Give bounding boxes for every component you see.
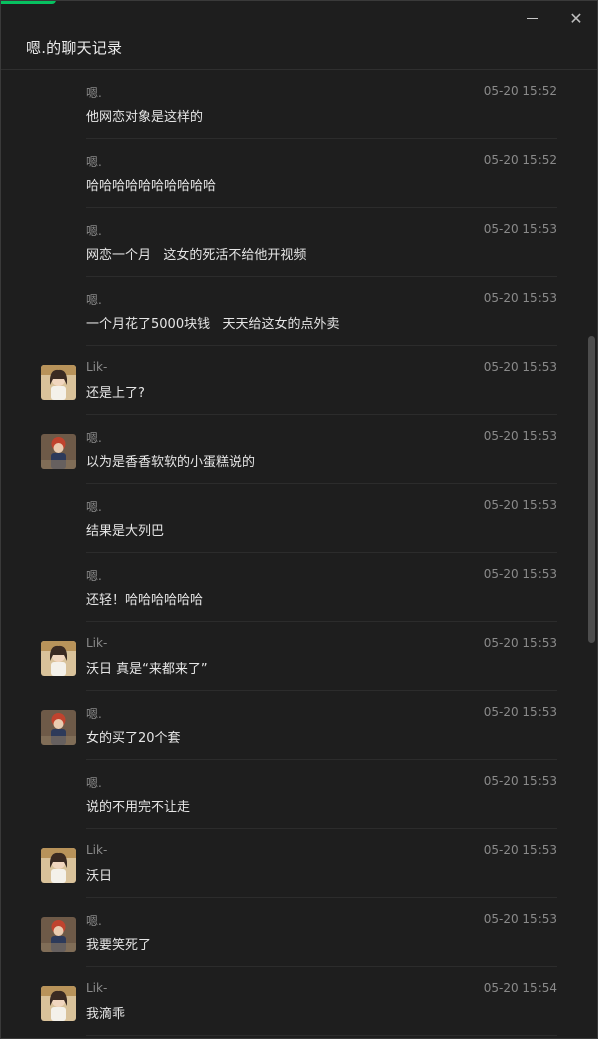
message-item[interactable]: 嗯. 05-20 15:53 我要笑死了 (1, 898, 597, 967)
message-timestamp: 05-20 15:53 (483, 705, 557, 719)
message-sender: 嗯. (86, 707, 102, 721)
message-text: 女的买了20个套 (86, 731, 181, 746)
message-item[interactable]: Lik- 05-20 15:53 沃日 (1, 829, 597, 898)
message-sender: 嗯. (86, 569, 102, 583)
message-text: 哈哈哈哈哈哈哈哈哈哈 (86, 179, 217, 194)
message-text: 还是上了? (86, 386, 145, 401)
message-timestamp: 05-20 15:53 (483, 360, 557, 374)
message-timestamp: 05-20 15:53 (483, 843, 557, 857)
message-item[interactable]: 嗯. 05-20 15:53 网恋一个月 这女的死活不给他开视频 (1, 208, 597, 277)
message-timestamp: 05-20 15:53 (483, 498, 557, 512)
message-sender: 嗯. (86, 776, 102, 790)
title-bar[interactable]: 嗯.的聊天记录 ✕ (1, 1, 597, 70)
message-sender: Lik- (86, 360, 108, 374)
message-sender: 嗯. (86, 500, 102, 514)
avatar-en[interactable] (41, 917, 76, 952)
message-list[interactable]: 嗯. 05-20 15:52 他网恋对象是这样的 嗯. 05-20 15:52 哈哈哈哈哈… (1, 70, 597, 1038)
message-timestamp: 05-20 15:53 (483, 291, 557, 305)
avatar-lik[interactable] (41, 848, 76, 883)
message-text: 我要笑死了 (86, 938, 152, 953)
minimize-button[interactable] (518, 7, 546, 29)
message-timestamp: 05-20 15:52 (483, 153, 557, 167)
message-text: 网恋一个月 这女的死活不给他开视频 (86, 248, 307, 263)
message-text: 以为是香香软软的小蛋糕说的 (86, 455, 256, 470)
message-item[interactable]: 嗯. 05-20 15:53 以为是香香软软的小蛋糕说的 (1, 415, 597, 484)
message-divider (86, 1035, 557, 1036)
message-text: 我滴乖 (86, 1007, 126, 1022)
avatar-en[interactable] (41, 434, 76, 469)
message-item[interactable]: Lik- 05-20 15:54 我滴乖 (1, 967, 597, 1036)
message-item[interactable]: Lik- 05-20 15:53 还是上了? (1, 346, 597, 415)
message-item[interactable]: 嗯. 05-20 15:53 女的买了20个套 (1, 691, 597, 760)
message-timestamp: 05-20 15:53 (483, 636, 557, 650)
message-item[interactable]: 嗯. 05-20 15:53 说的不用完不让走 (1, 760, 597, 829)
message-text: 一个月花了5000块钱 天天给这女的点外卖 (86, 317, 340, 332)
minimize-icon (526, 17, 538, 19)
message-sender: 嗯. (86, 224, 102, 238)
message-sender: 嗯. (86, 155, 102, 169)
message-sender: Lik- (86, 981, 108, 995)
message-item[interactable]: 嗯. 05-20 15:52 他网恋对象是这样的 (1, 70, 597, 139)
message-text: 说的不用完不让走 (86, 800, 191, 815)
message-timestamp: 05-20 15:53 (483, 567, 557, 581)
message-item[interactable]: 嗯. 05-20 15:53 结果是大列巴 (1, 484, 597, 553)
avatar-lik[interactable] (41, 641, 76, 676)
close-button[interactable]: ✕ (562, 7, 590, 29)
avatar-en[interactable] (41, 710, 76, 745)
message-timestamp: 05-20 15:53 (483, 429, 557, 443)
message-item[interactable]: 嗯. 05-20 15:53 一个月花了5000块钱 天天给这女的点外卖 (1, 277, 597, 346)
message-sender: 嗯. (86, 914, 102, 928)
close-icon: ✕ (569, 8, 583, 28)
message-text: 沃日 真是“来都来了” (86, 662, 208, 677)
message-sender: Lik- (86, 636, 108, 650)
avatar-lik[interactable] (41, 365, 76, 400)
chat-history-window: 嗯.的聊天记录 ✕ 嗯. 05-20 15:52 他网恋对象是这样的 嗯. 05-20 … (0, 0, 598, 1039)
message-text: 他网恋对象是这样的 (86, 110, 204, 125)
message-item[interactable]: Lik- 05-20 15:53 沃日 真是“来都来了” (1, 622, 597, 691)
message-sender: 嗯. (86, 293, 102, 307)
message-text: 沃日 (86, 869, 113, 884)
message-timestamp: 05-20 15:52 (483, 84, 557, 98)
message-text: 结果是大列巴 (86, 524, 165, 539)
message-timestamp: 05-20 15:53 (483, 222, 557, 236)
message-sender: 嗯. (86, 86, 102, 100)
avatar-lik[interactable] (41, 986, 76, 1021)
message-item[interactable]: 嗯. 05-20 15:53 还轻！哈哈哈哈哈哈 (1, 553, 597, 622)
window-title: 嗯.的聊天记录 (26, 39, 123, 57)
message-sender: 嗯. (86, 431, 102, 445)
message-sender: Lik- (86, 843, 108, 857)
message-timestamp: 05-20 15:53 (483, 774, 557, 788)
message-text: 还轻！哈哈哈哈哈哈 (86, 593, 204, 608)
message-item[interactable]: 嗯. 05-20 15:52 哈哈哈哈哈哈哈哈哈哈 (1, 139, 597, 208)
message-timestamp: 05-20 15:54 (483, 981, 557, 995)
message-timestamp: 05-20 15:53 (483, 912, 557, 926)
scrollbar-thumb[interactable] (588, 336, 595, 643)
